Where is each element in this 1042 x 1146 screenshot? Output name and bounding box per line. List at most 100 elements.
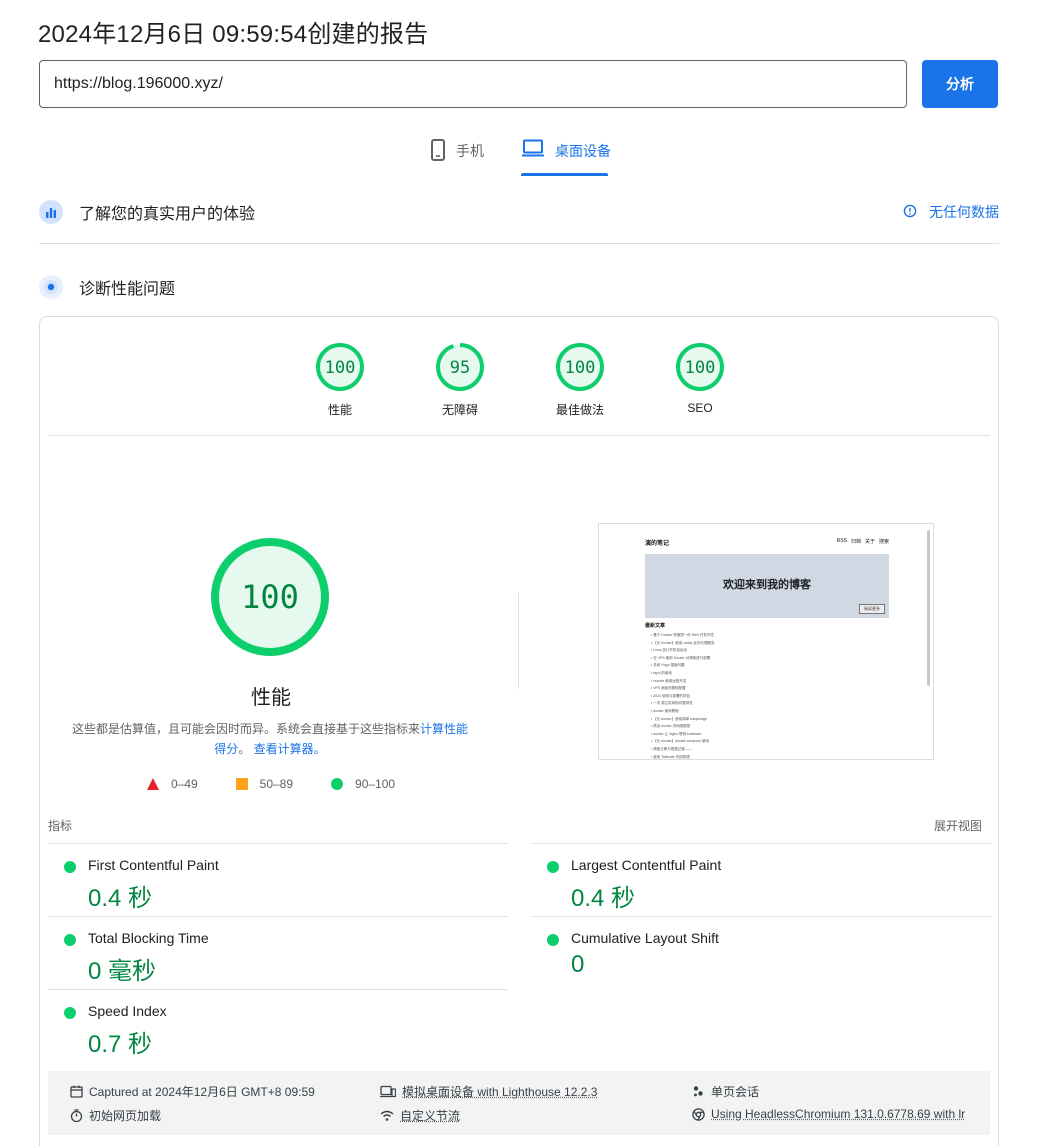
info-icon: [903, 204, 917, 221]
gauge-performance[interactable]: 100 性能: [300, 341, 380, 418]
metric-tbt-name: Total Blocking Time: [88, 930, 209, 946]
screenshot-post-item: • Linux 执行开机自启动: [651, 648, 688, 653]
screenshot-post-item: • docker 使用教程: [651, 708, 679, 713]
metrics-title: 指标: [48, 819, 73, 833]
no-data-label: 无任何数据: [929, 204, 999, 220]
gauge-seo-label: SEO: [687, 401, 713, 415]
laptop-icon: [521, 134, 545, 160]
gauge-performance-ring: 100: [316, 343, 364, 391]
users-chart-icon: [39, 200, 63, 224]
screenshot-hero-text: 欢迎来到我的博客: [723, 579, 811, 591]
screenshot-post-item: • 使用 Tailscale 内网穿透: [651, 754, 690, 759]
gauge-performance-label: 性能: [327, 403, 352, 417]
gauge-best-practices-label: 最佳做法: [555, 403, 604, 417]
screenshot-hero-button: 阅读更多: [859, 604, 885, 614]
runtime-info: Captured at 2024年12月6日 GMT+8 09:59 初始网页加…: [48, 1071, 990, 1135]
performance-label: 性能: [251, 687, 291, 709]
metric-cls: Cumulative Layout Shift 0: [531, 916, 991, 989]
pass-dot-icon: [64, 1007, 76, 1019]
screenshot-page: 演的笔记 RSS 归档 关于 搜索 欢迎来到我的博客 阅读更多 最新文章 • 基于 D…: [603, 528, 925, 759]
metric-lcp-value: 0.4 秒: [571, 885, 636, 912]
report-card: 100 性能 95 无障碍 100 最佳做法 100 SEO 100 性能 这些…: [39, 316, 999, 1146]
screenshot-post-item: • vscode 使用远程开发: [651, 678, 687, 683]
vertical-separator: [518, 593, 519, 689]
tab-mobile-label: 手机: [456, 143, 484, 159]
devices-icon: [380, 1085, 396, 1098]
screenshot-post-item: • 在 VPS 使用 Docker 对博客进行部署: [651, 655, 711, 660]
gauge-accessibility[interactable]: 95 无障碍: [420, 341, 500, 418]
metric-si-name: Speed Index: [88, 1003, 167, 1019]
gauge-seo[interactable]: 100 SEO: [660, 341, 740, 415]
screenshot-post-item: • 【长 docker】使用 caddy 反向代理服务: [651, 640, 715, 645]
metric-si: Speed Index 0.7 秒: [48, 989, 508, 1062]
metric-cls-value: 0: [571, 951, 585, 978]
circle-icon: [331, 778, 344, 790]
analyze-button[interactable]: 分析: [922, 60, 998, 108]
device-info[interactable]: 模拟桌面设备 with Lighthouse 12.2.3: [380, 1083, 597, 1100]
device-tabs: 手机 桌面设备: [0, 134, 1042, 176]
metric-fcp-name: First Contentful Paint: [88, 857, 219, 873]
lighthouse-icon: [39, 275, 63, 299]
screenshot-post-item: • VPS 面板的基础配置: [651, 686, 686, 691]
performance-score-value: 100: [241, 578, 299, 616]
section-divider: [39, 243, 999, 244]
metric-tbt-value: 0 毫秒: [88, 958, 157, 985]
performance-description: 这些都是估算值，且可能会因时而异。系统会直接基于这些指标来计算性能得分。 查看计…: [71, 722, 469, 756]
captured-info: Captured at 2024年12月6日 GMT+8 09:59: [70, 1083, 315, 1100]
screenshot-scrollbar: [927, 530, 930, 686]
screenshot-post-list: • 基于 Docker 快速搭一份 Web 开发环境 • 【长 docker】使用…: [651, 632, 881, 759]
pass-dot-icon: [547, 861, 559, 873]
crux-title: 了解您的真实用户的体验: [79, 206, 256, 223]
gauge-performance-score: 100: [325, 358, 356, 378]
gauge-accessibility-ring: 95: [436, 343, 484, 391]
tab-desktop[interactable]: 桌面设备: [521, 134, 611, 176]
category-gauges: 100 性能 95 无障碍 100 最佳做法 100 SEO: [40, 341, 998, 437]
screenshot-post-item: • 关闭 Hugo 搜索问题: [651, 663, 685, 668]
session-icon: [693, 1086, 703, 1097]
screenshot-post-item: • 2024 使用与部署的项目: [651, 693, 690, 698]
metric-cls-name: Cumulative Layout Shift: [571, 930, 719, 946]
session-info: 单页会话: [692, 1083, 759, 1100]
throttling-info[interactable]: 自定义节流: [380, 1107, 460, 1124]
browser-info[interactable]: Using HeadlessChromium 131.0.6778.69 wit…: [692, 1107, 982, 1121]
gauge-accessibility-score: 95: [450, 358, 470, 378]
metric-lcp: Largest Contentful Paint 0.4 秒: [531, 843, 991, 916]
gauge-seo-ring: 100: [676, 343, 724, 391]
pass-dot-icon: [64, 934, 76, 946]
timer-icon: [70, 1109, 83, 1122]
calendar-icon: [70, 1085, 83, 1098]
tab-mobile[interactable]: 手机: [430, 134, 484, 176]
legend-fail: 0–49: [146, 777, 198, 791]
phone-icon: [430, 134, 446, 164]
no-data-link[interactable]: 无任何数据: [903, 200, 999, 224]
final-screenshot[interactable]: 演的笔记 RSS 归档 关于 搜索 欢迎来到我的博客 阅读更多 最新文章 • 基于 D…: [598, 523, 934, 760]
url-input[interactable]: [39, 60, 907, 108]
screenshot-post-item: • 再谈 docker 内网络模型: [651, 724, 691, 729]
screenshot-site-title: 演的笔记: [645, 541, 670, 547]
screenshot-post-item: • docker 让 Nginx 联网 kubeadm: [651, 731, 702, 736]
gauge-best-practices-score: 100: [565, 358, 596, 378]
load-info: 初始网页加载: [70, 1107, 161, 1124]
screenshot-post-item: • 博客迁移与搭建过程——: [651, 746, 692, 751]
metric-tbt: Total Blocking Time 0 毫秒: [48, 916, 508, 989]
screenshot-hero: 欢迎来到我的博客 阅读更多: [645, 554, 889, 618]
metric-fcp: First Contentful Paint 0.4 秒: [48, 843, 508, 916]
report-title: 2024年12月6日 09:59:54创建的报告: [38, 21, 429, 48]
performance-score-gauge: 100: [211, 538, 329, 656]
screenshot-list-heading: 最新文章: [645, 623, 666, 629]
metric-lcp-name: Largest Contentful Paint: [571, 857, 722, 873]
square-icon: [235, 778, 248, 790]
view-calculator-link[interactable]: 查看计算器。: [254, 742, 326, 756]
gauge-accessibility-label: 无障碍: [441, 403, 478, 417]
diagnose-title: 诊断性能问题: [79, 281, 176, 298]
crux-section: 了解您的真实用户的体验 无任何数据: [39, 200, 999, 224]
screenshot-post-item: • 【长 docker】使用简单 easyimage: [651, 716, 708, 721]
metrics-header: 指标 展开视图: [48, 817, 990, 834]
score-legend: 0–49 50–89 90–100: [40, 777, 502, 791]
chrome-icon: [692, 1107, 705, 1121]
gauge-best-practices[interactable]: 100 最佳做法: [540, 341, 620, 418]
metric-si-value: 0.7 秒: [88, 1031, 153, 1058]
expand-view-toggle[interactable]: 展开视图: [934, 817, 982, 834]
screenshot-post-item: • layui 的使用: [651, 670, 672, 675]
screenshot-post-item: • 基于 Docker 快速搭一份 Web 开发环境: [651, 633, 714, 637]
